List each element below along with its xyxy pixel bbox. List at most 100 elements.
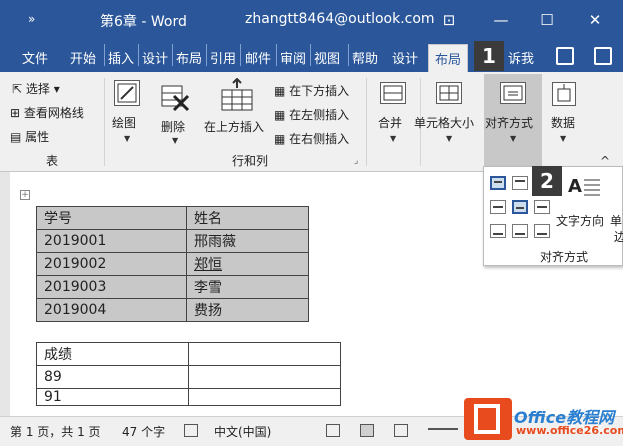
cell-margins-button-line2[interactable]: 边	[614, 228, 623, 245]
insert-above-icon[interactable]	[220, 77, 254, 112]
tab-table-design[interactable]: 设计	[392, 48, 418, 67]
language-indicator[interactable]: 中文(中国)	[214, 423, 271, 440]
align-center-button[interactable]	[512, 200, 528, 214]
table-cell[interactable]	[188, 388, 341, 406]
table-cell[interactable]: 2019002	[36, 252, 187, 276]
table-cell[interactable]: 学号	[36, 206, 187, 230]
align-top-left-button[interactable]	[490, 176, 506, 190]
draw-table-icon[interactable]	[114, 80, 140, 106]
table-cell[interactable]: 郑恒	[186, 252, 309, 276]
table-cell[interactable]: 邢雨薇	[186, 229, 309, 253]
tab-mailings[interactable]: 邮件	[245, 48, 271, 67]
table-cell[interactable]: 2019001	[36, 229, 187, 253]
cell-size-grid-icon	[439, 85, 459, 101]
data-icon[interactable]	[552, 82, 576, 106]
tab-insert[interactable]: 插入	[108, 48, 134, 67]
select-dropdown[interactable]: ⇱ 选择 ▾	[12, 80, 60, 97]
align-top-center-button[interactable]	[512, 176, 528, 190]
merge-cells-icon	[383, 85, 403, 101]
cursor-icon: ⇱	[12, 82, 26, 96]
insert-right-button[interactable]: ▦ 在右侧插入	[274, 130, 349, 147]
tab-layout[interactable]: 布局	[176, 48, 202, 67]
cell-margins-button[interactable]: 单	[610, 212, 622, 229]
merge-icon[interactable]	[380, 82, 406, 104]
account-name[interactable]: zhangtt8464@outlook.com	[245, 11, 435, 27]
print-layout-icon[interactable]	[360, 424, 374, 437]
page-count[interactable]: 第 1 页，共 1 页	[10, 423, 101, 440]
tab-view[interactable]: 视图	[314, 48, 340, 67]
tab-file[interactable]: 文件	[22, 48, 48, 67]
table-cell[interactable]: 姓名	[186, 206, 309, 230]
insert-below-button[interactable]: ▦ 在下方插入	[274, 82, 349, 99]
cell-size-button[interactable]: 单元格大小	[414, 114, 474, 131]
tab-divider	[310, 44, 311, 66]
data-button[interactable]: 数据	[551, 114, 575, 131]
insert-above-button[interactable]: 在上方插入	[204, 118, 264, 135]
minimize-button[interactable]: —	[490, 9, 512, 31]
table-cell[interactable]: 2019003	[36, 275, 187, 299]
chevron-down-icon[interactable]: ▼	[390, 134, 396, 143]
table-cell[interactable]: 李雪	[186, 275, 309, 299]
align-bottom-center-button[interactable]	[512, 224, 528, 238]
tab-divider	[348, 44, 349, 66]
table-cell[interactable]: 成绩	[36, 342, 189, 366]
quick-access-toolbar-button[interactable]: »	[28, 12, 35, 26]
insert-right-icon: ▦	[274, 132, 290, 146]
table-cell[interactable]	[188, 342, 341, 366]
table-cell[interactable]: 费扬	[186, 298, 309, 322]
text-direction-button[interactable]: 文字方向	[556, 212, 604, 229]
tab-home[interactable]: 开始	[70, 48, 96, 67]
chevron-down-icon[interactable]: ▼	[560, 134, 566, 143]
delete-button[interactable]: 删除	[161, 118, 185, 135]
tab-divider	[138, 44, 139, 66]
properties-button[interactable]: ▤ 属性	[10, 128, 49, 145]
tab-divider	[172, 44, 173, 66]
text-direction-icon[interactable]: A	[566, 172, 606, 206]
zoom-slider[interactable]	[428, 428, 458, 430]
tab-review[interactable]: 审阅	[280, 48, 306, 67]
tab-table-layout[interactable]: 布局	[428, 44, 469, 72]
table-cell[interactable]: 2019004	[36, 298, 187, 322]
tab-help[interactable]: 帮助	[352, 48, 378, 67]
table-cell[interactable]: 89	[36, 365, 189, 389]
table-row: 2019003 李雪	[36, 275, 309, 299]
proofing-icon[interactable]	[184, 424, 198, 437]
tab-references[interactable]: 引用	[210, 48, 236, 67]
ribbon-display-options-button[interactable]: ⊡	[438, 9, 460, 31]
align-center-left-button[interactable]	[490, 200, 506, 214]
watermark-url: www.office26.com	[516, 424, 623, 437]
align-bottom-right-button[interactable]	[534, 224, 550, 238]
merge-button[interactable]: 合并	[378, 114, 402, 131]
tab-design[interactable]: 设计	[142, 48, 168, 67]
group-label-table: 表	[46, 154, 59, 168]
table-row: 91	[36, 388, 341, 406]
callout-step-1: 1	[474, 41, 504, 71]
table-cell[interactable]: 91	[36, 388, 189, 406]
view-gridlines-button[interactable]: ⊞ 查看网格线	[10, 104, 84, 121]
share-icon[interactable]	[556, 47, 574, 65]
close-button[interactable]: ✕	[584, 9, 606, 31]
cell-size-icon[interactable]	[436, 82, 462, 104]
word-count[interactable]: 47 个字	[122, 423, 165, 440]
align-center-right-button[interactable]	[534, 200, 550, 214]
align-bottom-left-button[interactable]	[490, 224, 506, 238]
table-move-handle-icon[interactable]: +	[20, 190, 30, 200]
chevron-down-icon[interactable]: ▼	[172, 136, 178, 145]
chevron-down-icon[interactable]: ▼	[510, 134, 516, 143]
draw-table-button[interactable]: 绘图	[112, 114, 136, 131]
read-mode-icon[interactable]	[326, 424, 340, 437]
tab-tell-me[interactable]: 诉我	[508, 48, 534, 67]
table-row: 89	[36, 365, 341, 389]
restore-button[interactable]: ☐	[536, 9, 558, 31]
chevron-down-icon[interactable]: ▼	[124, 134, 130, 143]
comment-icon[interactable]	[594, 47, 612, 65]
insert-left-button[interactable]: ▦ 在左侧插入	[274, 106, 349, 123]
chevron-down-icon[interactable]: ▼	[446, 134, 452, 143]
alignment-button[interactable]: 对齐方式	[485, 114, 533, 131]
alignment-icon[interactable]	[500, 82, 526, 104]
dialog-launcher-icon[interactable]: ⌟	[354, 156, 358, 166]
table-cell[interactable]	[188, 365, 341, 389]
delete-table-icon[interactable]	[160, 82, 190, 112]
web-layout-icon[interactable]	[394, 424, 408, 437]
table-row: 成绩	[36, 342, 341, 366]
